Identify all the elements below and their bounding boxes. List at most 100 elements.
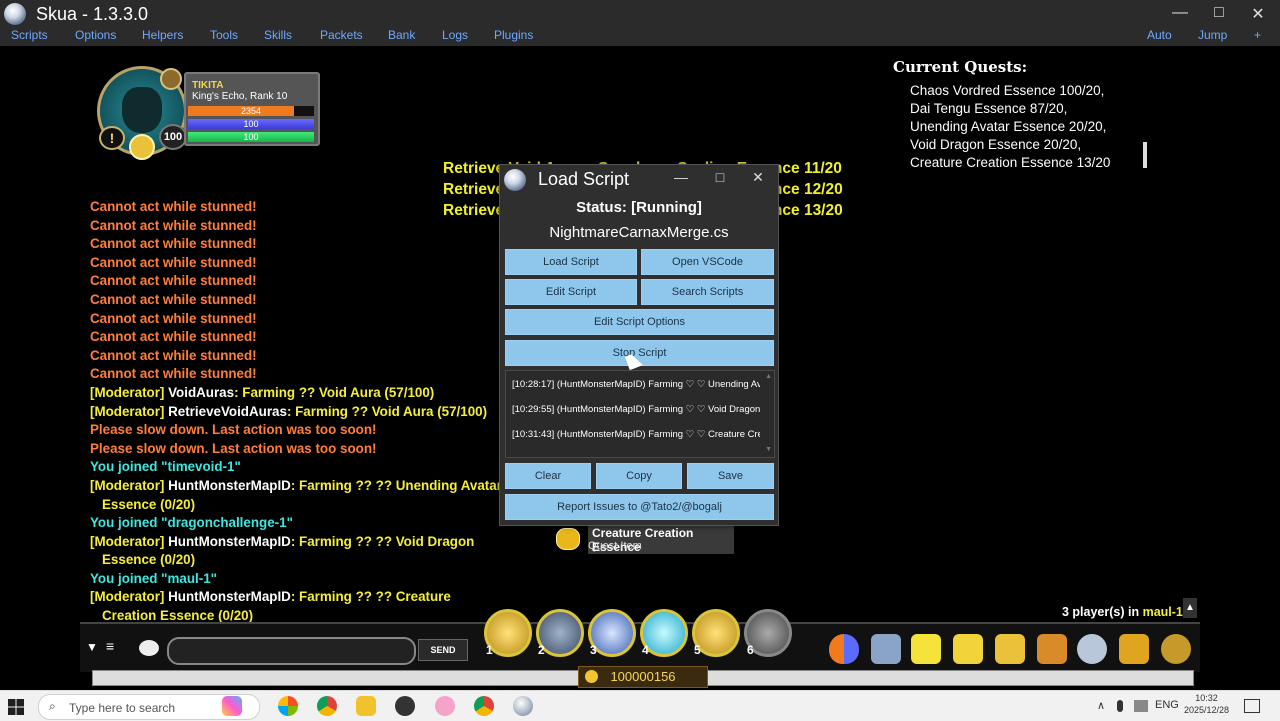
inventory-icon[interactable] bbox=[1119, 634, 1149, 664]
language-indicator[interactable]: ENG bbox=[1155, 699, 1179, 711]
chat-line: Cannot act while stunned! bbox=[90, 347, 510, 366]
menu-packets[interactable]: Packets bbox=[320, 28, 363, 42]
network-icon[interactable] bbox=[1134, 700, 1148, 712]
menu-logs[interactable]: Logs bbox=[442, 28, 468, 42]
edit-script-options-button[interactable]: Edit Script Options bbox=[505, 309, 774, 335]
chat-lines-button[interactable]: ≡ bbox=[106, 639, 124, 654]
menu-skills[interactable]: Skills bbox=[264, 28, 292, 42]
map-icon[interactable] bbox=[953, 634, 983, 664]
close-button[interactable]: ✕ bbox=[1244, 4, 1272, 24]
gold-bag-icon[interactable] bbox=[129, 134, 155, 160]
chat-input[interactable] bbox=[167, 637, 416, 665]
item-bag-icon bbox=[556, 528, 580, 550]
snipping-icon[interactable] bbox=[435, 696, 455, 716]
house-icon[interactable] bbox=[995, 634, 1025, 664]
chat-text: : Farming ?? ?? Unending Avatar bbox=[290, 477, 502, 493]
chat-text: [Moderator] bbox=[90, 589, 169, 605]
chat-line: You joined "dragonchallenge-1" bbox=[90, 514, 510, 533]
chat-text: Please slow down. Last action was too so… bbox=[90, 422, 377, 438]
menu-options[interactable]: Options bbox=[75, 28, 116, 42]
app-icon[interactable] bbox=[395, 696, 415, 716]
pvp-icon[interactable] bbox=[829, 634, 859, 664]
expand-players-button[interactable]: ▲ bbox=[1183, 598, 1197, 618]
microphone-icon[interactable] bbox=[1117, 700, 1123, 712]
skua-taskbar-icon[interactable] bbox=[513, 696, 533, 716]
chat-text: VoidAuras bbox=[168, 384, 235, 400]
script-log[interactable]: [10:28:17] (HuntMonsterMapID) Farming ♡ … bbox=[505, 370, 775, 458]
windows-start-icon[interactable] bbox=[8, 699, 24, 715]
menu-jump[interactable]: Jump bbox=[1198, 28, 1227, 42]
gold-amount: 100000156 bbox=[610, 669, 676, 684]
search-scripts-button[interactable]: Search Scripts bbox=[641, 279, 774, 305]
sp-bar: 100 bbox=[188, 132, 314, 142]
save-button[interactable]: Save bbox=[687, 463, 774, 489]
menu-tools[interactable]: Tools bbox=[210, 28, 238, 42]
chat-text: [Moderator] bbox=[90, 384, 169, 400]
chat-line: [Moderator] VoidAuras: Farming ?? Void A… bbox=[90, 384, 510, 403]
chat-line: [Moderator] HuntMonsterMapID: Farming ??… bbox=[90, 588, 510, 607]
alert-icon[interactable]: ! bbox=[99, 126, 125, 150]
send-button[interactable]: SEND bbox=[418, 639, 468, 661]
dialog-maximize-button[interactable]: □ bbox=[709, 169, 731, 185]
log-scrollbar[interactable]: ▲ ▼ bbox=[764, 373, 772, 453]
clear-button[interactable]: Clear bbox=[505, 463, 591, 489]
app-logo-icon bbox=[4, 3, 26, 25]
search-icon: ⌕ bbox=[49, 699, 56, 713]
player-level: 100 bbox=[159, 124, 187, 150]
file-explorer-icon[interactable] bbox=[356, 696, 376, 716]
quest-scrollbar[interactable] bbox=[1143, 142, 1147, 168]
chat-menu-button[interactable]: ▼ bbox=[86, 640, 98, 654]
menu-scripts[interactable]: Scripts bbox=[11, 28, 48, 42]
menu-helpers[interactable]: Helpers bbox=[142, 28, 183, 42]
chat-bubble-icon[interactable] bbox=[139, 640, 159, 656]
open-vscode-button[interactable]: Open VSCode bbox=[641, 249, 774, 275]
player-rank: King's Echo, Rank 10 bbox=[192, 91, 288, 102]
photos-icon[interactable] bbox=[278, 696, 298, 716]
minimize-button[interactable]: — bbox=[1166, 4, 1194, 22]
scroll-down-icon[interactable]: ▼ bbox=[765, 446, 772, 453]
chat-text: : Farming ?? Void Aura (57/100) bbox=[234, 384, 435, 400]
chrome-icon[interactable] bbox=[317, 696, 337, 716]
chat-text: You joined "maul-1" bbox=[90, 570, 218, 586]
book-icon[interactable] bbox=[1037, 634, 1067, 664]
settings-icon[interactable] bbox=[1077, 634, 1107, 664]
copilot-icon[interactable] bbox=[222, 696, 242, 716]
avatar-portrait bbox=[122, 87, 162, 133]
app-title: Skua - 1.3.3.0 bbox=[36, 4, 149, 24]
load-script-button[interactable]: Load Script bbox=[505, 249, 637, 275]
scroll-up-icon[interactable]: ▲ bbox=[765, 373, 772, 380]
hp-value: 2354 bbox=[240, 106, 262, 116]
tray-overflow-icon[interactable]: ∧ bbox=[1097, 699, 1105, 712]
maximize-button[interactable]: □ bbox=[1205, 4, 1233, 22]
windows-taskbar: ⌕ Type here to search ∧ ENG 10:32 2025/1… bbox=[0, 690, 1280, 721]
hp-bar: 2354 bbox=[188, 106, 314, 116]
copy-button[interactable]: Copy bbox=[596, 463, 682, 489]
taskbar-clock[interactable]: 10:32 2025/12/28 bbox=[1184, 692, 1229, 716]
skill-number: 6 bbox=[747, 643, 754, 657]
chat-text: HuntMonsterMapID bbox=[168, 589, 291, 605]
character-icon[interactable] bbox=[871, 634, 901, 664]
menu-add[interactable]: + bbox=[1254, 28, 1261, 42]
dialog-logo-icon bbox=[504, 169, 526, 191]
chat-line: [Moderator] HuntMonsterMapID: Farming ??… bbox=[90, 477, 510, 496]
chrome-profile-icon[interactable] bbox=[474, 696, 494, 716]
menu-bar: Scripts Options Helpers Tools Skills Pac… bbox=[0, 28, 1280, 46]
quest-item: Chaos Vordred Essence 100/20, bbox=[910, 83, 1105, 98]
dialog-minimize-button[interactable]: — bbox=[670, 169, 692, 185]
chat-line: Please slow down. Last action was too so… bbox=[90, 440, 510, 459]
edit-script-button[interactable]: Edit Script bbox=[505, 279, 637, 305]
menu-bank[interactable]: Bank bbox=[388, 28, 415, 42]
notifications-icon[interactable] bbox=[1244, 699, 1260, 713]
chat-line: Cannot act while stunned! bbox=[90, 254, 510, 273]
report-issues-button[interactable]: Report Issues to @Tato2/@bogalj bbox=[505, 494, 774, 520]
chat-text: Cannot act while stunned! bbox=[90, 310, 257, 326]
menu-auto[interactable]: Auto bbox=[1147, 28, 1172, 42]
chat-line: Essence (0/20) bbox=[90, 551, 510, 570]
chat-text: : Farming ?? ?? Void Dragon bbox=[290, 533, 475, 549]
dialog-close-button[interactable]: ✕ bbox=[747, 169, 769, 186]
quest-item: Creature Creation Essence 13/20 bbox=[910, 155, 1111, 170]
menu-plugins[interactable]: Plugins bbox=[494, 28, 533, 42]
chat-text: Creation Essence (0/20) bbox=[102, 608, 254, 624]
bag-icon[interactable] bbox=[1161, 634, 1191, 664]
quest-icon[interactable] bbox=[911, 634, 941, 664]
